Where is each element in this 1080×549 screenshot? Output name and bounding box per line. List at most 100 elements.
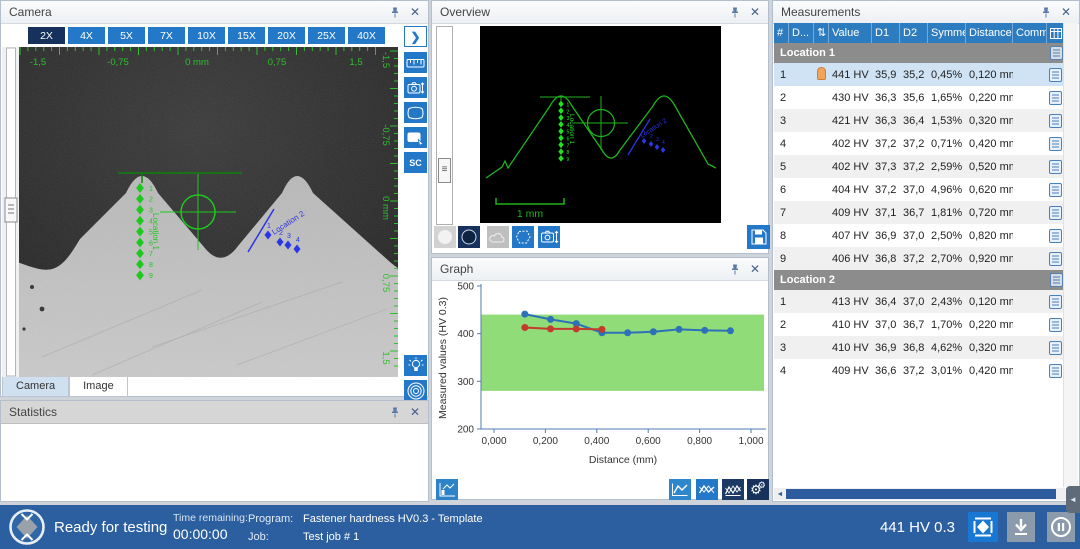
location1-label: Location 1 xyxy=(568,114,575,144)
pin-icon[interactable] xyxy=(390,7,400,18)
column-header-value[interactable]: Value xyxy=(829,23,872,43)
camera-zoom-slider-handle[interactable] xyxy=(5,198,17,222)
row-note-icon[interactable] xyxy=(1047,160,1064,174)
column-header-d-[interactable]: D... xyxy=(789,23,814,43)
tab-image[interactable]: Image xyxy=(69,377,128,397)
magnification-button-15x[interactable]: 15X xyxy=(228,27,265,44)
row-note-icon[interactable] xyxy=(1047,252,1064,266)
scroll-left-arrow-icon[interactable]: ◄ xyxy=(774,491,786,498)
close-icon[interactable]: ✕ xyxy=(750,263,760,275)
circle-outline-icon[interactable] xyxy=(458,226,480,248)
row-note-icon[interactable] xyxy=(1047,137,1064,151)
column-header-sort[interactable]: ⇅ xyxy=(814,23,829,43)
column-header-d1[interactable]: D1 xyxy=(872,23,900,43)
light-bulb-icon[interactable] xyxy=(404,355,427,376)
column-header-comme-[interactable]: Comme. xyxy=(1013,23,1047,43)
row-note-icon[interactable] xyxy=(1047,183,1064,197)
measurement-row[interactable]: 9406 HV 0.336,8 µm37,2 µm2,70%0,920 mm xyxy=(774,247,1065,270)
magnification-button-25x[interactable]: 25X xyxy=(308,27,345,44)
overlay-chart-icon[interactable] xyxy=(722,479,744,500)
pin-icon[interactable] xyxy=(390,407,400,418)
measurement-row[interactable]: 3410 HV 0.336,9 µm36,8 µm4,62%0,320 mm xyxy=(774,336,1065,359)
polygon-region-icon[interactable] xyxy=(512,226,534,248)
overview-zoom-slider[interactable]: ≡ xyxy=(436,26,453,225)
cloud-shape-icon[interactable] xyxy=(487,226,509,248)
measurement-row[interactable]: 4409 HV 0.336,6 µm37,2 µm3,01%0,420 mm xyxy=(774,359,1065,382)
measurement-row[interactable]: 2430 HV 0.336,3 µm35,6 µm1,65%0,220 mm xyxy=(774,86,1065,109)
measure-ruler-button[interactable] xyxy=(404,52,427,73)
save-overview-button[interactable] xyxy=(747,225,770,249)
row-note-icon[interactable] xyxy=(1047,318,1064,332)
snapshot-region-button[interactable] xyxy=(404,127,427,148)
close-icon[interactable]: ✕ xyxy=(1061,6,1071,18)
lower-indenter-button[interactable] xyxy=(1007,512,1035,542)
graph-settings-gear-icon[interactable]: ⚙⚙ xyxy=(747,479,769,500)
tab-camera[interactable]: Camera xyxy=(2,377,69,397)
measurement-row[interactable]: 5402 HV 0.337,3 µm37,2 µm2,59%0,520 mm xyxy=(774,155,1065,178)
camera-capture-button[interactable] xyxy=(404,77,427,98)
horizontal-scrollbar[interactable]: ◄ xyxy=(774,488,1079,500)
sc-mode-button[interactable]: SC xyxy=(404,152,427,173)
magnification-button-2x[interactable]: 2X xyxy=(28,27,65,44)
svg-text:0,75: 0,75 xyxy=(380,274,391,293)
pin-icon[interactable] xyxy=(730,7,740,18)
collapse-panel-button[interactable]: ◄ xyxy=(1066,486,1080,513)
pin-icon[interactable] xyxy=(730,264,740,275)
svg-text:3: 3 xyxy=(656,137,659,143)
magnification-button-20x[interactable]: 20X xyxy=(268,27,305,44)
measurement-row[interactable]: 4402 HV 0.337,2 µm37,2 µm0,71%0,420 mm xyxy=(774,132,1065,155)
column-header--[interactable]: # xyxy=(774,23,789,43)
measurement-row[interactable]: 1441 HV 0.335,9 µm35,2 µm0,45%0,120 mm xyxy=(774,63,1065,86)
measurement-row[interactable]: 6404 HV 0.337,2 µm37,0 µm4,96%0,620 mm xyxy=(774,178,1065,201)
pause-button[interactable] xyxy=(1047,512,1075,542)
horizontal-scrollbar-thumb[interactable] xyxy=(786,489,1056,499)
close-icon[interactable]: ✕ xyxy=(750,6,760,18)
row-note-icon[interactable] xyxy=(1047,341,1064,355)
measurement-row[interactable]: 8407 HV 0.336,9 µm37,0 µm2,50%0,820 mm xyxy=(774,224,1065,247)
autofocus-rings-icon[interactable] xyxy=(404,380,427,401)
vertical-scroll-gutter[interactable] xyxy=(1063,23,1078,487)
cell-distance: 0,120 mm xyxy=(966,296,1013,308)
camera-view[interactable]: -1,5-0,750 mm0,751,5 -1,5-0,750 mm0,751,… xyxy=(2,47,398,377)
magnification-button-40x[interactable]: 40X xyxy=(348,27,385,44)
pin-icon[interactable] xyxy=(1041,7,1051,18)
cell-symmetry: 1,53% xyxy=(928,115,966,127)
measurement-row[interactable]: 1413 HV 0.336,4 µm37,0 µm2,43%0,120 mm xyxy=(774,290,1065,313)
multi-series-chart-icon[interactable] xyxy=(696,479,718,500)
row-note-icon[interactable] xyxy=(1047,229,1064,243)
overview-zoom-slider-handle[interactable]: ≡ xyxy=(438,158,451,183)
row-note-icon[interactable] xyxy=(1047,295,1064,309)
row-note-icon[interactable] xyxy=(1047,91,1064,105)
cell-value: 404 HV 0.3 xyxy=(829,184,872,196)
column-header-d2[interactable]: D2 xyxy=(900,23,928,43)
column-header-distance[interactable]: Distance xyxy=(966,23,1013,43)
measurement-row[interactable]: 3421 HV 0.336,3 µm36,4 µm1,53%0,320 mm xyxy=(774,109,1065,132)
cell-symmetry: 1,65% xyxy=(928,92,966,104)
line-chart-icon[interactable] xyxy=(669,479,691,500)
column-header-symmetry[interactable]: Symmetry xyxy=(928,23,966,43)
status-text: Ready for testing xyxy=(54,519,167,536)
close-icon[interactable]: ✕ xyxy=(410,406,420,418)
magnification-button-5x[interactable]: 5X xyxy=(108,27,145,44)
magnification-button-10x[interactable]: 10X xyxy=(188,27,225,44)
overview-canvas[interactable]: 123456789 Location 1 1234 Location 2 1 m… xyxy=(480,26,721,223)
circle-filled-icon[interactable] xyxy=(434,226,456,248)
row-note-icon[interactable] xyxy=(1047,364,1064,378)
group-header-row[interactable]: Location 2 xyxy=(774,270,1065,290)
group-header-row[interactable]: Location 1 xyxy=(774,43,1065,63)
row-note-icon[interactable] xyxy=(1047,114,1064,128)
measurement-row[interactable]: 2410 HV 0.337,0 µm36,7 µm1,70%0,220 mm xyxy=(774,313,1065,336)
cell-d1: 37,1 µm xyxy=(872,207,900,219)
column-chooser-icon[interactable] xyxy=(1047,23,1064,43)
close-icon[interactable]: ✕ xyxy=(410,6,420,18)
measurement-row[interactable]: 7409 HV 0.337,1 µm36,7 µm1,81%0,720 mm xyxy=(774,201,1065,224)
graph-export-icon[interactable] xyxy=(436,479,458,500)
expand-toolbar-button[interactable]: ❯ xyxy=(404,26,427,47)
magnification-button-4x[interactable]: 4X xyxy=(68,27,105,44)
magnification-button-7x[interactable]: 7X xyxy=(148,27,185,44)
start-measurement-button[interactable] xyxy=(968,512,998,542)
indent-shape-button[interactable] xyxy=(404,102,427,123)
row-note-icon[interactable] xyxy=(1047,206,1064,220)
camera-measure-icon[interactable] xyxy=(538,226,560,248)
row-note-icon[interactable] xyxy=(1047,68,1064,82)
